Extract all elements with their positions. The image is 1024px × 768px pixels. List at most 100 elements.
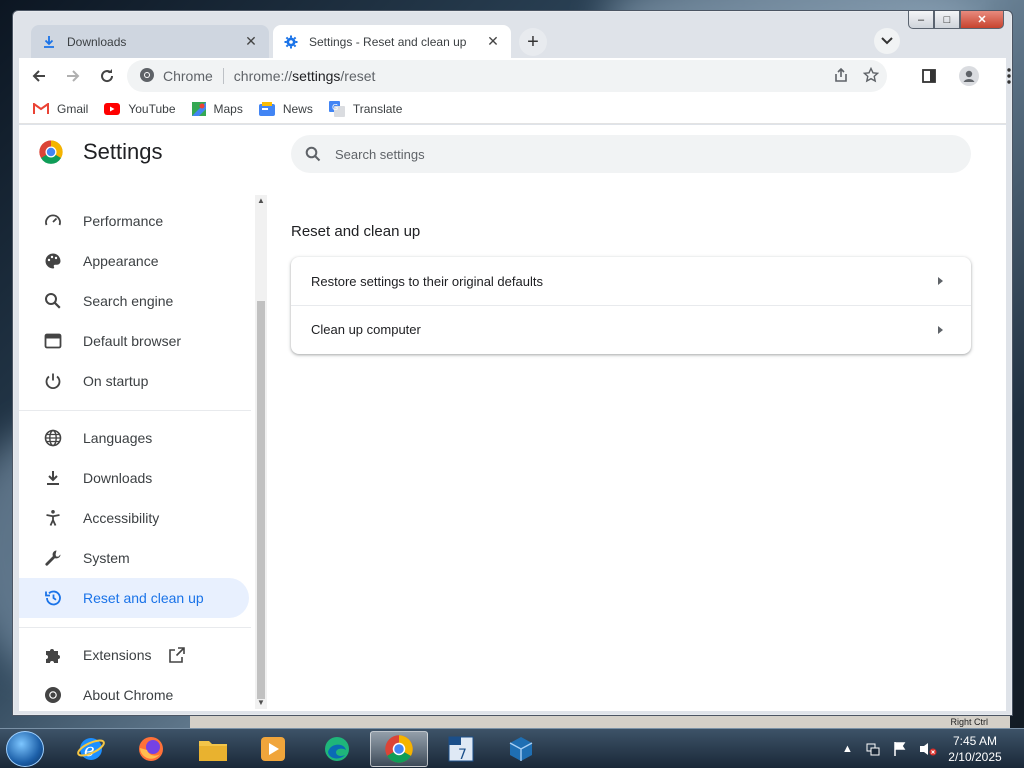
bookmark-maps[interactable]: Maps: [191, 101, 243, 116]
side-panel-button[interactable]: [915, 62, 943, 90]
sidebar-item-search-engine[interactable]: Search engine: [19, 281, 249, 321]
clean-up-computer-row[interactable]: Clean up computer: [291, 305, 971, 353]
translate-icon: G: [328, 100, 345, 117]
address-bar[interactable]: Chrome chrome://settings/reset: [127, 60, 887, 92]
chrome-icon: [385, 735, 413, 763]
virtualbox-icon[interactable]: [492, 731, 550, 767]
media-player-icon[interactable]: [244, 731, 302, 767]
sidebar-item-languages[interactable]: Languages: [19, 418, 249, 458]
bookmark-label: Gmail: [57, 101, 89, 116]
bookmark-label: News: [282, 101, 313, 116]
toolbar-right: [909, 62, 1023, 90]
tab-close-button[interactable]: ✕: [485, 33, 501, 50]
bookmark-gmail[interactable]: Gmail: [33, 102, 88, 116]
omnibox-actions: [833, 66, 880, 86]
firefox-icon[interactable]: [122, 731, 180, 767]
url-host: settings: [292, 68, 341, 84]
url-scheme: chrome://: [233, 68, 293, 84]
file-explorer-icon[interactable]: [184, 731, 242, 767]
scroll-up-arrow[interactable]: ▲: [255, 195, 267, 207]
sidebar-item-label: Languages: [83, 430, 153, 446]
chrome-taskbar-button[interactable]: [370, 731, 428, 767]
arrow-right-icon: [67, 70, 80, 82]
globe-icon: [43, 428, 63, 448]
sidebar-item-label: System: [83, 550, 130, 566]
url-text: chrome://settings/reset: [234, 68, 376, 84]
scroll-down-arrow[interactable]: ▼: [255, 697, 267, 709]
open-in-new-icon: [169, 647, 186, 663]
side-panel-icon: [922, 69, 936, 83]
sidebar-item-system[interactable]: System: [19, 538, 249, 578]
tab-settings[interactable]: Settings - Reset and clean up ✕: [273, 25, 511, 58]
avatar-icon: [959, 66, 979, 86]
sidebar-item-reset-and-clean-up[interactable]: Reset and clean up: [19, 578, 249, 618]
chevron-right-icon: [938, 325, 943, 334]
sidebar-scrollbar[interactable]: ▲ ▼: [255, 195, 267, 709]
bookmark-label: YouTube: [128, 101, 176, 116]
search-input[interactable]: Search settings: [291, 135, 971, 173]
sidebar-item-label: Performance: [83, 213, 164, 229]
page-title: Settings: [83, 139, 163, 164]
start-button[interactable]: [6, 731, 44, 767]
forward-button[interactable]: [59, 62, 87, 90]
sidebar-item-label: Downloads: [83, 470, 153, 486]
bookmark-translate[interactable]: G Translate: [328, 100, 403, 117]
menu-button[interactable]: [995, 62, 1023, 90]
tab-title: Settings - Reset and clean up: [309, 34, 467, 49]
network-icon[interactable]: [865, 741, 881, 757]
show-hidden-icons-arrow[interactable]: ▲: [842, 743, 853, 755]
sidebar-item-downloads[interactable]: Downloads: [19, 458, 249, 498]
bookmark-label: Translate: [352, 101, 403, 116]
windows-7-icon[interactable]: 7: [432, 731, 490, 767]
sidebar-item-performance[interactable]: Performance: [19, 201, 249, 241]
settings-sidebar: Performance Appearance Search engine Def…: [19, 195, 251, 711]
internet-explorer-icon[interactable]: e: [62, 731, 120, 767]
chrome-icon: [139, 67, 155, 86]
back-button[interactable]: [25, 62, 53, 90]
tab-search-button[interactable]: [874, 28, 900, 54]
share-icon[interactable]: [833, 67, 849, 86]
sidebar-item-on-startup[interactable]: On startup: [19, 361, 249, 401]
sidebar-item-label: Accessibility: [83, 510, 160, 526]
edge-icon[interactable]: [308, 731, 366, 767]
sidebar-item-label: Search engine: [83, 293, 174, 309]
sidebar-item-appearance[interactable]: Appearance: [19, 241, 249, 281]
url-path: /reset: [340, 68, 376, 84]
row-label: Restore settings to their original defau…: [311, 273, 543, 289]
sidebar-item-accessibility[interactable]: Accessibility: [19, 498, 249, 538]
star-icon[interactable]: [862, 66, 880, 86]
sidebar-item-default-browser[interactable]: Default browser: [19, 321, 249, 361]
sidebar-item-extensions[interactable]: Extensions: [19, 635, 249, 675]
maps-icon: [191, 101, 206, 116]
sidebar-item-label: Default browser: [83, 333, 182, 349]
browser-window-icon: [43, 331, 63, 351]
profile-button[interactable]: [955, 62, 983, 90]
speaker-muted-icon[interactable]: [919, 741, 937, 757]
toolbar: Chrome chrome://settings/reset: [19, 58, 1011, 94]
search-placeholder: Search settings: [335, 146, 425, 162]
news-icon: [258, 101, 275, 116]
scroll-thumb[interactable]: [257, 301, 265, 699]
tab-strip: Downloads ✕ Settings - Reset and clean u…: [19, 25, 999, 58]
speedometer-icon: [43, 211, 63, 231]
restore-defaults-row[interactable]: Restore settings to their original defau…: [291, 257, 971, 305]
sidebar-item-label: Extensions: [83, 647, 152, 663]
sidebar-item-label: About Chrome: [83, 687, 174, 703]
reload-button[interactable]: [93, 62, 121, 90]
svg-text:G: G: [332, 103, 338, 112]
row-label: Clean up computer: [311, 322, 421, 337]
tab-downloads[interactable]: Downloads ✕: [31, 25, 269, 58]
power-icon: [43, 371, 63, 391]
tab-close-button[interactable]: ✕: [243, 33, 259, 50]
download-icon: [41, 34, 57, 50]
sidebar-divider: [19, 627, 251, 628]
new-tab-button[interactable]: +: [519, 28, 547, 56]
clock[interactable]: 7:45 AM 2/10/2025: [940, 733, 1010, 765]
sidebar-item-about-chrome[interactable]: About Chrome: [19, 675, 249, 715]
youtube-icon: [104, 102, 121, 115]
settings-header: Settings: [39, 139, 163, 165]
action-center-flag-icon[interactable]: [893, 741, 907, 757]
bookmark-youtube[interactable]: YouTube: [104, 101, 176, 116]
accessibility-icon: [43, 508, 63, 528]
bookmark-news[interactable]: News: [258, 101, 313, 116]
